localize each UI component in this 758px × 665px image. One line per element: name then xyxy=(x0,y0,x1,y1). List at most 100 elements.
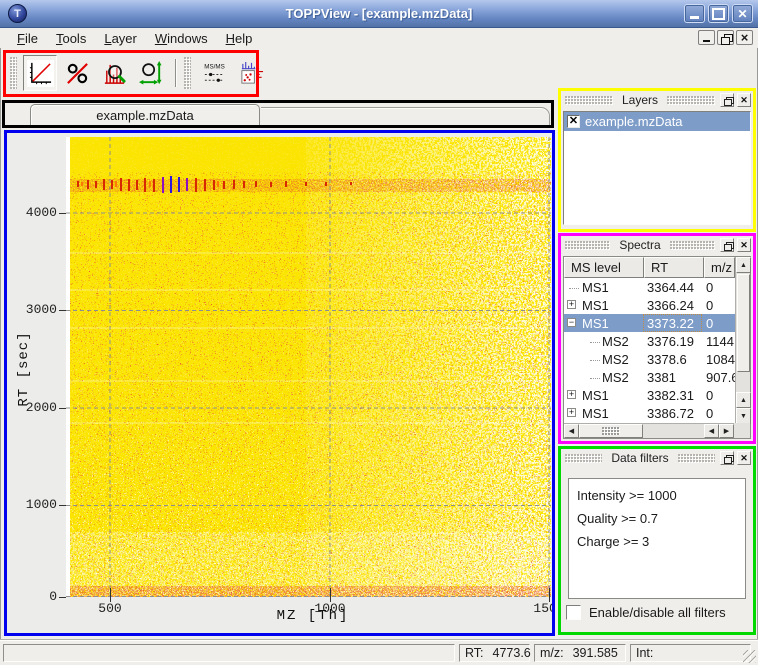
close-panel-icon[interactable] xyxy=(737,93,751,107)
horizontal-scrollbar[interactable]: ◀ ◀ ▶ xyxy=(564,423,735,438)
dock-grip[interactable] xyxy=(565,96,613,105)
x-tick-label: 500 xyxy=(88,601,132,616)
intensity-percentage-mode-button[interactable] xyxy=(60,55,94,91)
reset-zoom-button[interactable] xyxy=(134,55,168,91)
resize-grip[interactable] xyxy=(743,650,756,663)
magnifier-spectrum-icon xyxy=(101,60,128,87)
expand-icon[interactable] xyxy=(567,300,576,309)
statusbar: RT: 4773.6 m/z:391.585 Int: xyxy=(0,640,758,665)
show-msms-precursors-button[interactable]: MS/MS xyxy=(197,55,231,91)
expand-icon[interactable] xyxy=(567,390,576,399)
menu-windows[interactable]: Windows xyxy=(146,29,217,48)
intensity-linear-mode-button[interactable] xyxy=(23,55,57,91)
menubar: File Tools Layer Windows Help xyxy=(0,28,758,48)
spectrum-row[interactable]: MS2 3376.19 1144. xyxy=(564,332,735,350)
filter-item[interactable]: Charge >= 3 xyxy=(577,530,737,553)
vertical-scrollbar[interactable]: ▲ ▲ ▼ xyxy=(735,257,750,425)
scroll-left-icon[interactable]: ◀ xyxy=(564,424,579,438)
menu-file[interactable]: File xyxy=(8,29,47,48)
layer-label: example.mzData xyxy=(585,114,683,129)
toolbar: MS/MS xyxy=(10,53,268,93)
y-tick-mark xyxy=(59,597,66,598)
scroll-left-icon[interactable]: ◀ xyxy=(704,424,719,438)
dock-grip[interactable] xyxy=(678,454,715,463)
y-tick-label: 1000 xyxy=(7,497,57,512)
dock-grip[interactable] xyxy=(667,96,715,105)
map-projections-icon xyxy=(238,60,265,87)
scroll-down-icon[interactable]: ▼ xyxy=(736,408,751,424)
column-header-rt[interactable]: RT xyxy=(644,257,704,278)
dock-grip[interactable] xyxy=(565,454,602,463)
expand-icon[interactable] xyxy=(567,408,576,417)
menu-tools[interactable]: Tools xyxy=(47,29,95,48)
enable-filters-checkbox[interactable] xyxy=(566,605,581,620)
spectrum-row[interactable]: MS2 3381 907.6 xyxy=(564,368,735,386)
vertical-scroll-thumb[interactable] xyxy=(737,274,750,372)
mdi-close-button[interactable] xyxy=(736,30,753,45)
horizontal-scroll-thumb[interactable] xyxy=(579,424,643,438)
menu-layer[interactable]: Layer xyxy=(95,29,146,48)
collapse-icon[interactable] xyxy=(567,318,576,327)
maximize-button[interactable] xyxy=(708,4,729,23)
filter-item[interactable]: Intensity >= 1000 xyxy=(577,484,737,507)
filters-panel-titlebar[interactable]: Data filters xyxy=(561,449,753,467)
tree-line xyxy=(569,288,579,289)
spectrum-row-selected[interactable]: MS1 3373.22 0 xyxy=(564,314,735,332)
scroll-up-icon[interactable]: ▲ xyxy=(736,392,751,408)
spectra-table: MS level RT m/z MS1 3364.44 0 MS1 3366.2… xyxy=(563,256,751,439)
layers-panel: Layers example.mzData xyxy=(561,91,753,229)
column-header-ms-level[interactable]: MS level xyxy=(564,257,644,278)
spectrum-row[interactable]: MS1 3386.72 0 xyxy=(564,404,735,422)
y-tick-mark xyxy=(59,213,66,214)
y-tick-label: 3000 xyxy=(7,302,57,317)
status-rt-panel: RT: 4773.6 xyxy=(459,644,530,662)
layer-item[interactable]: example.mzData xyxy=(564,112,750,131)
y-tick-mark xyxy=(59,505,66,506)
lcms-map-canvas[interactable] xyxy=(66,137,551,597)
spectra-panel: Spectra MS level RT m/z MS1 3364.44 0 MS… xyxy=(561,236,753,441)
toolbar-handle-2[interactable] xyxy=(184,57,191,89)
titlebar[interactable]: T TOPPView - [example.mzData] xyxy=(0,0,758,28)
mz-value: 391.585 xyxy=(573,646,618,660)
filters-panel-title: Data filters xyxy=(607,451,672,465)
dock-grip[interactable] xyxy=(670,241,715,250)
close-panel-icon[interactable] xyxy=(737,238,751,252)
column-header-mz[interactable]: m/z xyxy=(704,257,735,278)
mdi-minimize-button[interactable] xyxy=(698,30,715,45)
mdi-restore-button[interactable] xyxy=(717,30,734,45)
map-red-speckle xyxy=(70,172,551,597)
dock-grip[interactable] xyxy=(565,241,610,250)
int-label: Int: xyxy=(636,646,653,660)
tab-example-mzdata[interactable]: example.mzData xyxy=(30,104,260,125)
spectrum-row[interactable]: MS1 3382.31 0 xyxy=(564,386,735,404)
axes-diagonal-icon xyxy=(27,60,54,87)
status-mz-panel: m/z:391.585 xyxy=(534,644,626,662)
scroll-up-icon[interactable]: ▲ xyxy=(736,257,751,273)
float-panel-icon[interactable] xyxy=(720,451,734,465)
layer-visibility-checkbox[interactable] xyxy=(567,115,580,128)
toolbar-handle[interactable] xyxy=(10,57,17,89)
switch-view-2d-3d-button[interactable] xyxy=(234,55,268,91)
float-panel-icon[interactable] xyxy=(720,93,734,107)
close-button[interactable] xyxy=(732,4,753,23)
spectra-panel-titlebar[interactable]: Spectra xyxy=(561,236,753,254)
filter-list[interactable]: Intensity >= 1000 Quality >= 0.7 Charge … xyxy=(568,478,746,599)
scroll-right-icon[interactable]: ▶ xyxy=(719,424,734,438)
layers-panel-titlebar[interactable]: Layers xyxy=(561,91,753,109)
close-panel-icon[interactable] xyxy=(737,451,751,465)
menu-help[interactable]: Help xyxy=(217,29,262,48)
y-axis-label: RT [sec] xyxy=(16,326,32,412)
spectrum-row[interactable]: MS1 3366.24 0 xyxy=(564,296,735,314)
filter-item[interactable]: Quality >= 0.7 xyxy=(577,507,737,530)
spectrum-row[interactable]: MS2 3378.6 1084. xyxy=(564,350,735,368)
zoom-spectrum-button[interactable] xyxy=(97,55,131,91)
rt-label: RT: xyxy=(465,646,484,660)
spectrum-row[interactable]: MS1 3364.44 0 xyxy=(564,278,735,296)
minimize-button[interactable] xyxy=(684,4,705,23)
y-tick-mark xyxy=(59,408,66,409)
spectra-panel-title: Spectra xyxy=(615,238,664,252)
map-plot-widget[interactable]: 4000 3000 2000 1000 0 500 1000 1500 MZ [… xyxy=(7,133,552,633)
tree-line xyxy=(590,360,600,361)
rt-value: 4773.6 xyxy=(493,646,531,660)
float-panel-icon[interactable] xyxy=(720,238,734,252)
